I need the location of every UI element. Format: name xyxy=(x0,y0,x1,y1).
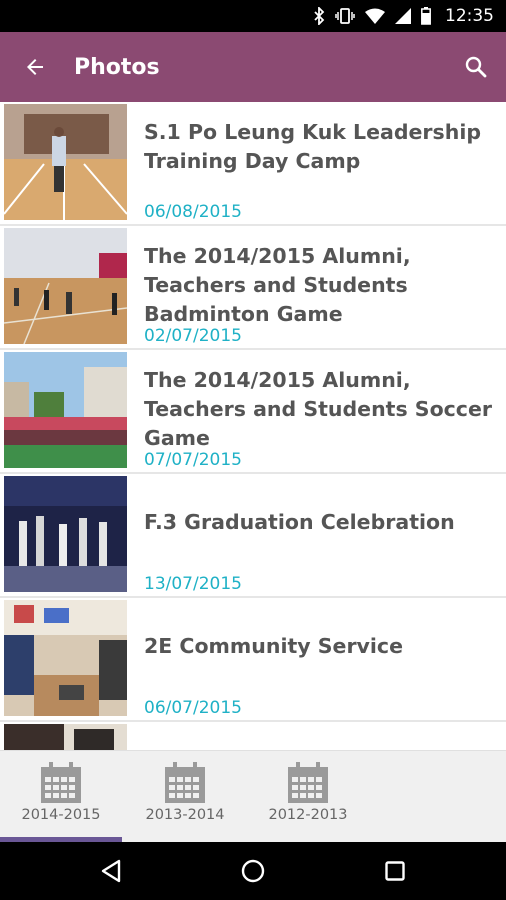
nav-home-button[interactable] xyxy=(223,842,283,900)
album-date: 13/07/2015 xyxy=(144,574,242,594)
album-thumbnail xyxy=(4,228,127,344)
status-bar: 12:35 xyxy=(0,0,506,32)
app-bar: Photos xyxy=(0,32,506,102)
status-time: 12:35 xyxy=(445,6,494,26)
list-item[interactable]: 2E Community Service 06/07/2015 xyxy=(0,598,506,722)
bluetooth-icon xyxy=(313,7,325,25)
year-tab-bar: 2014-2015 2013-2014 2012-2013 xyxy=(0,750,506,843)
circle-home-icon xyxy=(241,859,265,883)
photo-album-list[interactable]: S.1 Po Leung Kuk Leadership Training Day… xyxy=(0,102,506,750)
tab-2014-2015[interactable]: 2014-2015 xyxy=(0,751,122,843)
battery-icon xyxy=(421,7,431,25)
album-thumbnail xyxy=(4,724,127,750)
list-item[interactable]: The 2014/2015 Alumni, Teachers and Stude… xyxy=(0,350,506,474)
calendar-icon xyxy=(165,762,205,803)
nav-recents-button[interactable] xyxy=(365,842,425,900)
list-item[interactable]: S.1 Po Leung Kuk Leadership Training Day… xyxy=(0,102,506,226)
search-icon xyxy=(465,56,487,78)
square-recents-icon xyxy=(385,861,405,881)
tab-label: 2014-2015 xyxy=(21,807,101,823)
album-thumbnail xyxy=(4,352,127,468)
tab-2013-2014[interactable]: 2013-2014 xyxy=(124,751,246,843)
search-button[interactable] xyxy=(446,32,506,102)
album-title: The 2014/2015 Alumni, Teachers and Stude… xyxy=(144,244,411,326)
album-date: 07/07/2015 xyxy=(144,450,242,470)
calendar-icon xyxy=(41,762,81,803)
album-thumbnail xyxy=(4,476,127,592)
system-nav-bar xyxy=(0,842,506,900)
tab-label: 2012-2013 xyxy=(268,807,348,823)
list-item[interactable] xyxy=(0,722,506,750)
arrow-back-icon xyxy=(27,59,43,75)
album-date: 06/08/2015 xyxy=(144,202,242,222)
album-title: S.1 Po Leung Kuk Leadership Training Day… xyxy=(144,120,482,173)
list-item[interactable]: F.3 Graduation Celebration 13/07/2015 xyxy=(0,474,506,598)
triangle-back-icon xyxy=(101,859,121,883)
tab-label: 2013-2014 xyxy=(145,807,225,823)
nav-back-button[interactable] xyxy=(81,842,141,900)
wifi-icon xyxy=(365,8,385,24)
album-thumbnail xyxy=(4,600,127,716)
calendar-icon xyxy=(288,762,328,803)
vibrate-icon xyxy=(335,8,355,24)
tab-2012-2013[interactable]: 2012-2013 xyxy=(247,751,369,843)
list-item[interactable]: The 2014/2015 Alumni, Teachers and Stude… xyxy=(0,226,506,350)
album-title: F.3 Graduation Celebration xyxy=(144,510,455,534)
album-date: 06/07/2015 xyxy=(144,698,242,718)
album-title: The 2014/2015 Alumni, Teachers and Stude… xyxy=(144,368,492,450)
cell-signal-icon xyxy=(395,8,411,24)
album-title: 2E Community Service xyxy=(144,634,403,658)
album-thumbnail xyxy=(4,104,127,220)
back-button[interactable] xyxy=(0,32,70,102)
page-title: Photos xyxy=(74,54,160,80)
album-date: 02/07/2015 xyxy=(144,326,242,346)
